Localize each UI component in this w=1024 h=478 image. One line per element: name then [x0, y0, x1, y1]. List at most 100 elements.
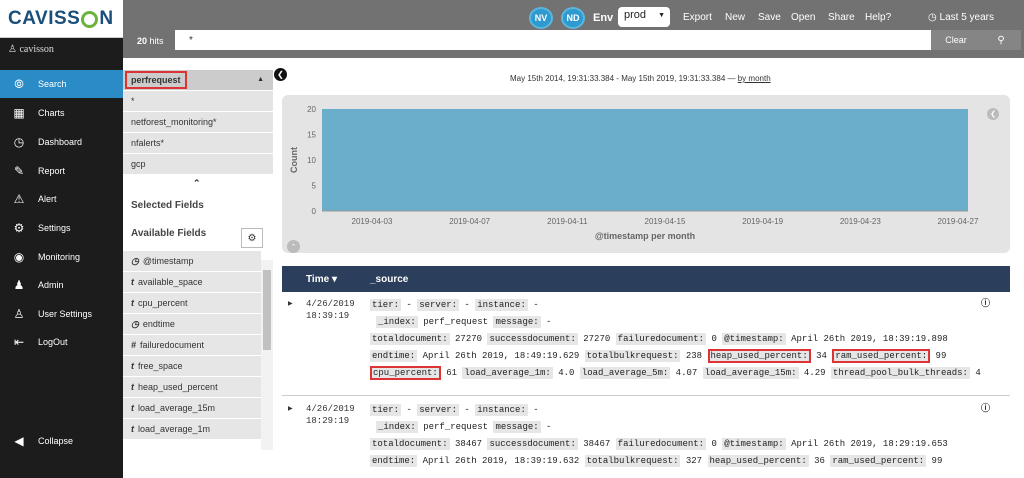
sidebar-item-dashboard[interactable]: ◷ Dashboard: [0, 128, 123, 156]
field-key: tier:: [370, 404, 402, 416]
field-item[interactable]: t available_space: [123, 272, 261, 293]
sidebar-item-admin[interactable]: ♟ Admin: [0, 271, 123, 299]
date-range-text: May 15th 2014, 19:31:33.384 - May 15th 2…: [510, 74, 736, 83]
caret-up-icon[interactable]: ▲: [253, 74, 268, 85]
row-time: 18:39:19: [306, 311, 350, 321]
string-type-icon: t: [131, 361, 134, 371]
interval-link[interactable]: by month: [738, 74, 771, 83]
app-frame: CAVISS N ♙ cavisson ⦾ Search ▦ Charts ◷ Dash…: [0, 0, 1024, 478]
field-item[interactable]: ◷ endtime: [123, 314, 261, 335]
string-type-icon: t: [131, 403, 134, 413]
string-type-icon: t: [131, 424, 134, 434]
clear-button[interactable]: Clear: [931, 30, 981, 50]
field-value: April 26th 2019, 18:39:19.898: [785, 334, 948, 344]
field-value: 238: [680, 351, 708, 361]
share-link[interactable]: Share: [828, 12, 855, 23]
field-key: server:: [417, 404, 460, 416]
row-timestamp: 4/26/2019 18:39:19: [306, 298, 355, 322]
env-label: Env: [593, 12, 614, 24]
source-line: endtime: April 26th 2019, 18:39:19.632 t…: [370, 455, 942, 467]
field-value: 4.0: [552, 368, 580, 378]
field-key: successdocument:: [487, 333, 578, 345]
field-key: instance:: [475, 404, 528, 416]
timepicker-label: Last 5 years: [939, 12, 994, 23]
index-pattern-gcp[interactable]: gcp: [123, 154, 273, 175]
field-item[interactable]: t load_average_1m: [123, 419, 261, 440]
sidebar-item-alert[interactable]: ⚠ Alert: [0, 185, 123, 213]
field-item[interactable]: # failuredocument: [123, 335, 261, 356]
user-name[interactable]: ♙ cavisson: [8, 44, 54, 55]
sidebar-collapse-button[interactable]: ◀ Collapse: [0, 427, 123, 455]
string-type-icon: t: [131, 382, 134, 392]
fields-scrollbar-thumb[interactable]: [263, 270, 271, 350]
source-line: endtime: April 26th 2019, 18:49:19.629 t…: [370, 349, 946, 363]
field-name: load_average_15m: [138, 403, 216, 413]
collapse-sidebar-arrow-icon[interactable]: ❮: [274, 68, 287, 81]
sidebar-item-logout[interactable]: ⇤ LogOut: [0, 328, 123, 356]
y-axis-label: Count: [289, 147, 299, 173]
search-button[interactable]: ⚲: [981, 30, 1021, 50]
index-pattern-all[interactable]: *: [123, 91, 273, 112]
time-column-header[interactable]: Time ▾: [306, 274, 337, 285]
field-key: failuredocument:: [615, 438, 707, 450]
info-icon[interactable]: ⓘ: [981, 401, 990, 414]
field-key: endtime:: [370, 350, 418, 362]
field-item[interactable]: t load_average_15m: [123, 398, 261, 419]
x-tick-label: 2019-04-23: [840, 217, 881, 226]
expand-row-icon[interactable]: ▶: [288, 405, 293, 412]
sidebar-item-label: Alert: [38, 194, 57, 204]
field-key: endtime:: [370, 455, 418, 467]
field-key: _index:: [376, 421, 418, 433]
source-line: tier: - server: - instance: -: [370, 404, 539, 416]
caret-down-icon: ▼: [658, 12, 665, 19]
nv-button[interactable]: NV: [529, 7, 553, 29]
y-tick-label: 0: [312, 207, 317, 216]
new-link[interactable]: New: [725, 12, 745, 23]
field-key: _index:: [376, 316, 418, 328]
nd-button[interactable]: ND: [561, 7, 585, 29]
field-key: successdocument:: [487, 438, 578, 450]
timepicker[interactable]: ◷ Last 5 years: [928, 12, 994, 23]
field-item[interactable]: t cpu_percent: [123, 293, 261, 314]
field-key: tier:: [370, 299, 402, 311]
user-icon: ♟: [13, 278, 25, 292]
sidebar-item-settings[interactable]: ⚙ Settings: [0, 214, 123, 242]
y-tick-label: 5: [312, 182, 317, 191]
save-link[interactable]: Save: [758, 12, 781, 23]
info-icon[interactable]: ⓘ: [981, 296, 990, 309]
open-link[interactable]: Open: [791, 12, 815, 23]
chevron-up-icon[interactable]: ⌃: [193, 178, 201, 189]
sidebar-item-monitoring[interactable]: ◉ Monitoring: [0, 243, 123, 271]
sidebar-item-label: Charts: [38, 108, 65, 118]
query-input[interactable]: [175, 30, 931, 50]
index-pattern-netforest[interactable]: netforest_monitoring*: [123, 112, 273, 133]
field-value: 4.07: [670, 368, 703, 378]
sidebar-item-label: Admin: [38, 280, 64, 290]
chevron-left-icon[interactable]: ❮: [987, 108, 999, 120]
index-pattern-nfalerts[interactable]: nfalerts*: [123, 133, 273, 154]
field-settings-gear-icon[interactable]: ⚙: [241, 228, 263, 248]
chevron-up-icon[interactable]: ⌃: [287, 240, 300, 253]
expand-row-icon[interactable]: ▶: [288, 300, 293, 307]
x-tick-label: 2019-04-03: [352, 217, 393, 226]
field-item[interactable]: ◷ @timestamp: [123, 251, 261, 272]
export-link[interactable]: Export: [683, 12, 712, 23]
index-pattern-perfrequest[interactable]: perfrequest ▲: [123, 70, 273, 91]
sidebar-item-report[interactable]: ✎ Report: [0, 157, 123, 185]
field-key: message:: [493, 421, 541, 433]
field-item[interactable]: t heap_used_percent: [123, 377, 261, 398]
table-row: ▶ 4/26/2019 18:39:19 ⓘ tier: - server: - …: [282, 292, 1010, 396]
sidebar-item-search[interactable]: ⦾ Search: [0, 70, 123, 98]
y-tick-label: 20: [307, 105, 316, 114]
collapse-label: Collapse: [38, 436, 74, 446]
sidebar-item-user-settings[interactable]: ♙ User Settings: [0, 300, 123, 328]
globe-icon: ◉: [13, 250, 25, 264]
env-select[interactable]: prod ▼: [618, 7, 670, 27]
help-link[interactable]: Help?: [865, 12, 891, 23]
table-row: ▶ 4/26/2019 18:29:19 ⓘ tier: - server: - …: [282, 397, 1010, 478]
date-range: May 15th 2014, 19:31:33.384 - May 15th 2…: [510, 74, 771, 83]
sidebar-item-charts[interactable]: ▦ Charts: [0, 99, 123, 127]
field-value: -: [401, 405, 418, 415]
field-value: 4: [969, 368, 981, 378]
field-item[interactable]: t free_space: [123, 356, 261, 377]
